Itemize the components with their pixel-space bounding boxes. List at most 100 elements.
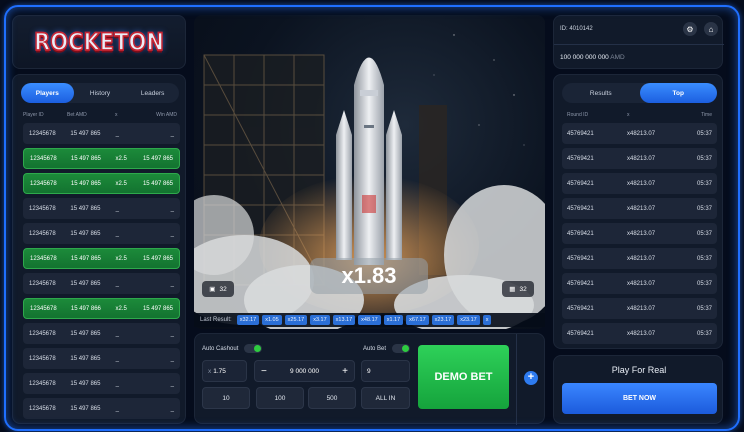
player-multiplier: x2.5 [115,255,127,262]
current-multiplier: x1.83 [310,258,428,294]
quick-bet-500[interactable]: 500 [308,387,356,409]
player-bet: 15 497 865 [70,255,101,262]
result-round-id: 45769421 [567,155,594,162]
player-row: 12345678 15 497 865 _ _ [23,223,180,244]
users-icon: ▣ [209,286,216,293]
player-bet: 15 497 865 [70,230,101,237]
bet-amount-field: − 9 000 000 + [254,360,355,382]
result-round-id: 45769421 [567,180,594,187]
quick-bet-100[interactable]: 100 [256,387,304,409]
result-multiplier: x48213.07 [627,255,656,262]
game-logo: ROCKETON [33,27,164,56]
player-multiplier: _ [115,405,119,412]
player-bet: 15 497 865 [70,155,101,162]
player-id: 12345678 [29,280,56,287]
settings-gear-icon[interactable]: ⚙ [683,22,697,36]
result-multiplier: x48213.07 [627,305,656,312]
tab-leaders[interactable]: Leaders [126,83,179,103]
tab-history[interactable]: History [74,83,127,103]
last-result-chip: x1.17 [383,315,404,325]
tab-results[interactable]: Results [562,83,640,103]
auto-bet-toggle[interactable] [392,344,411,353]
player-row: 12345678 15 497 865 x2.5 15 497 865 [23,148,180,169]
result-row: 45769421 x48213.07 05:37 [562,223,717,244]
bet-divider [516,334,517,425]
cashout-field[interactable]: x 1.75 [202,360,247,382]
player-multiplier: _ [115,355,119,362]
demo-bet-button[interactable]: DEMO BET [418,345,509,409]
players-table-header: Player ID Bet AMD x Win AMD [23,112,179,118]
last-result-chip: x23.17 [457,315,480,325]
player-win: 15 497 865 [142,255,173,262]
player-win: _ [170,355,174,362]
increase-bet-button[interactable]: + [342,366,348,377]
decrease-bet-button[interactable]: − [261,366,267,377]
user-id: ID: 4010142 [560,26,593,32]
result-time: 05:37 [696,305,712,312]
bet-now-button[interactable]: BET NOW [562,383,717,414]
player-multiplier: _ [115,280,119,287]
last-results-bar: Last Result: x32.17 x1.05 x25.17 x3.17 x13.1… [194,313,545,327]
player-win: 15 497 865 [142,180,173,187]
player-bet: 15 497 865 [70,380,101,387]
player-bet: 15 497 865 [70,330,101,337]
player-row: 12345678 15 497 865 _ _ [23,348,180,369]
players-tabs: Players History Leaders [21,83,179,103]
result-row: 45769421 x48213.07 05:37 [562,323,717,344]
last-result-chip: x32.17 [236,315,260,325]
player-id: 12345678 [29,355,56,362]
tab-players[interactable]: Players [21,83,74,103]
quick-bet-10[interactable]: 10 [202,387,250,409]
player-bet: 15 497 866 [70,305,101,312]
player-id: 12345678 [29,205,56,212]
player-row: 12345678 15 497 865 _ _ [23,398,180,419]
player-bet: 15 497 865 [70,130,101,137]
balance-currency: AMD [610,54,625,61]
header-x: x [115,112,118,118]
home-icon[interactable]: ⌂ [704,22,718,36]
player-multiplier: x2.5 [115,155,127,162]
player-row: 12345678 15 497 866 x2.5 15 497 865 [23,298,180,319]
players-list: 12345678 15 497 865 _ _ 12345678 15 497 865 x2… [23,123,180,423]
result-multiplier: x48213.07 [627,330,656,337]
logo-panel: ROCKETON [12,15,186,69]
add-bet-button[interactable]: + [524,371,538,385]
auto-cashout-row: Auto Cashout [202,344,263,353]
result-round-id: 45769421 [567,130,594,137]
left-count-value: 32 [219,285,227,293]
balance-amount: 100 000 000 000 [560,54,609,61]
results-list: 45769421 x48213.07 05:37 45769421 x48213.07 0… [562,123,717,348]
player-multiplier: _ [115,205,119,212]
account-panel: ID: 4010142 ⚙ ⌂ 100 000 000 000 AMD [553,15,724,69]
player-row: 12345678 15 497 865 x2.5 15 497 865 [23,173,180,194]
auto-cashout-label: Auto Cashout [202,345,239,352]
result-time: 05:37 [696,205,712,212]
player-win: _ [170,205,174,212]
auto-bet-field[interactable]: 9 [361,360,410,382]
all-in-button[interactable]: ALL IN [361,387,410,409]
player-win: _ [170,380,174,387]
play-for-real-panel: Play For Real BET NOW [553,355,723,424]
player-bet: 15 497 865 [70,405,101,412]
bet-amount-value[interactable]: 9 000 000 [290,368,319,375]
auto-bet-value: 9 [367,367,371,375]
player-bet: 15 497 865 [70,205,101,212]
last-result-chip: x [482,315,492,325]
result-round-id: 45769421 [567,280,594,287]
header-win: Win AMD [156,112,177,118]
result-time: 05:37 [696,180,712,187]
balance: 100 000 000 000 AMD [560,54,625,61]
player-id: 12345678 [29,405,56,412]
last-result-chip: x67.17 [406,315,429,325]
tab-top[interactable]: Top [639,83,717,103]
auto-cashout-toggle[interactable] [244,344,263,353]
player-id: 12345678 [29,130,56,137]
player-win: 15 497 865 [142,155,173,162]
last-results-chips: x32.17 x1.05 x25.17 x3.17 x13.17 x48.17 x1.17 x… [236,315,492,325]
player-id: 12345678 [29,330,56,337]
player-multiplier: x2.5 [115,180,127,187]
result-row: 45769421 x48213.07 05:37 [562,148,717,169]
game-view: x1.83 ▣ 32 ▦ 32 [194,15,545,329]
player-multiplier: _ [115,330,119,337]
last-result-chip: x48.17 [358,315,381,325]
